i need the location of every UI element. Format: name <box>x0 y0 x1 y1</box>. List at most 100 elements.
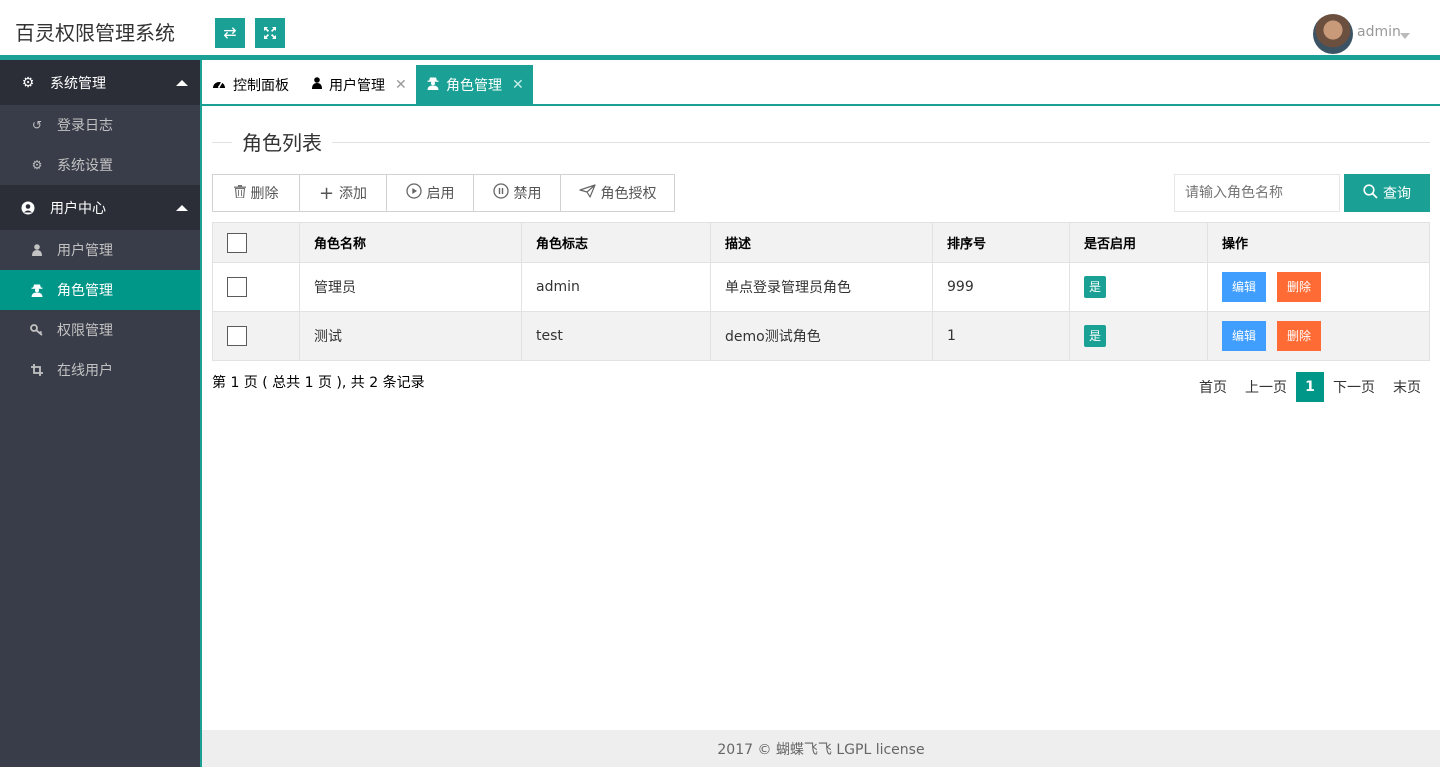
button-label: 删除 <box>250 186 279 202</box>
column-header[interactable]: 描述 <box>710 222 933 263</box>
select-all-checkbox[interactable] <box>227 232 247 253</box>
role-desc-cell: 单点登录管理员角色 <box>710 262 933 312</box>
user-menu-name[interactable]: admin <box>1357 24 1401 40</box>
toolbar: 删除 + 添加 启用 禁用 角色授权 <box>212 174 675 212</box>
edit-button[interactable]: 编辑 <box>1222 321 1266 351</box>
key-icon <box>30 323 44 337</box>
enable-button[interactable]: 启用 <box>387 175 474 211</box>
toggle-sidebar-button[interactable]: ⇄ <box>215 18 245 48</box>
sidebar-item-system-settings[interactable]: ⚙ 系统设置 <box>0 145 200 185</box>
edit-button[interactable]: 编辑 <box>1222 272 1266 302</box>
role-name-cell: 测试 <box>299 311 522 361</box>
delete-row-button[interactable]: 删除 <box>1277 272 1321 302</box>
chevron-down-icon[interactable] <box>1400 33 1410 39</box>
status-badge: 是 <box>1084 276 1107 298</box>
close-icon[interactable]: ✕ <box>395 77 407 93</box>
button-label: 查询 <box>1383 186 1411 202</box>
table-header-row: 角色名称 角色标志 描述 排序号 是否启用 操作 <box>212 222 1430 263</box>
sidebar-item-label: 用户管理 <box>57 243 113 259</box>
divider <box>332 142 1430 143</box>
sidebar-item-label: 角色管理 <box>57 283 113 299</box>
row-actions-cell: 编辑 删除 <box>1207 262 1430 312</box>
pagination-info: 第 1 页 ( 总共 1 页 ), 共 2 条记录 <box>212 375 425 391</box>
sidebar-group-user-center[interactable]: 用户中心 <box>0 185 200 230</box>
sidebar-item-online-users[interactable]: 在线用户 <box>0 350 200 390</box>
sidebar-item-login-log[interactable]: ↺ 登录日志 <box>0 105 200 145</box>
column-header[interactable]: 是否启用 <box>1069 222 1208 263</box>
page-title: 角色列表 <box>242 127 332 156</box>
tab-user-management[interactable]: 用户管理 ✕ <box>312 65 407 104</box>
gears-icon: ⚙ <box>21 74 35 91</box>
sidebar-item-permission-management[interactable]: 权限管理 <box>0 310 200 350</box>
authorize-role-button[interactable]: 角色授权 <box>561 175 674 211</box>
button-label: 角色授权 <box>600 186 657 202</box>
column-header: 操作 <box>1207 222 1430 263</box>
last-page-link[interactable]: 末页 <box>1384 372 1430 402</box>
user-secret-icon <box>30 283 44 297</box>
disable-button[interactable]: 禁用 <box>474 175 561 211</box>
table-row: 测试 test demo测试角色 1 是 编辑 删除 <box>212 311 1430 361</box>
delete-button[interactable]: 删除 <box>213 175 300 211</box>
delete-row-button[interactable]: 删除 <box>1277 321 1321 351</box>
user-circle-icon <box>20 200 36 216</box>
pagination: 首页 上一页 1 下一页 末页 <box>1190 372 1430 402</box>
tab-label: 用户管理 <box>329 77 385 94</box>
sidebar-item-label: 权限管理 <box>57 323 113 339</box>
role-table: 角色名称 角色标志 描述 排序号 是否启用 操作 管理员 admin 单点登录管… <box>212 222 1430 361</box>
user-avatar[interactable] <box>1313 14 1353 54</box>
tab-label: 角色管理 <box>446 77 502 94</box>
row-actions-cell: 编辑 删除 <box>1207 311 1430 361</box>
row-checkbox[interactable] <box>227 326 247 346</box>
play-circle-icon <box>405 183 422 203</box>
tab-label: 控制面板 <box>233 77 289 94</box>
role-enabled-cell: 是 <box>1069 311 1208 361</box>
close-icon[interactable]: ✕ <box>512 77 524 93</box>
row-select-cell <box>212 311 300 361</box>
current-page[interactable]: 1 <box>1296 372 1324 402</box>
tab-dashboard[interactable]: 控制面板 <box>212 65 289 104</box>
select-all-cell <box>212 222 300 263</box>
search-button[interactable]: 查询 <box>1344 174 1430 212</box>
role-order-cell: 1 <box>932 311 1070 361</box>
expand-icon <box>264 27 276 39</box>
sidebar-group-label: 系统管理 <box>50 75 106 92</box>
footer-text: 2017 © 蝴蝶飞飞 LGPL license <box>717 741 925 758</box>
top-header: 百灵权限管理系统 ⇄ admin <box>0 0 1440 60</box>
sidebar-item-role-management[interactable]: 角色管理 <box>0 270 200 310</box>
sidebar: ⚙ 系统管理 ↺ 登录日志 ⚙ 系统设置 用户中心 用户管理 角色管理 权限管理 <box>0 60 200 767</box>
role-flag-cell: admin <box>521 262 711 312</box>
app-logo: 百灵权限管理系统 <box>15 21 175 45</box>
button-label: 启用 <box>426 186 455 202</box>
next-page-link[interactable]: 下一页 <box>1324 372 1384 402</box>
paper-plane-icon <box>578 184 596 202</box>
status-badge: 是 <box>1084 325 1107 347</box>
column-header[interactable]: 角色名称 <box>299 222 522 263</box>
sidebar-group-system[interactable]: ⚙ 系统管理 <box>0 60 200 105</box>
role-name-cell: 管理员 <box>299 262 522 312</box>
section-title: 角色列表 <box>212 127 1430 156</box>
role-enabled-cell: 是 <box>1069 262 1208 312</box>
column-header[interactable]: 角色标志 <box>521 222 711 263</box>
trash-icon <box>233 184 246 202</box>
sidebar-item-label: 系统设置 <box>57 158 113 174</box>
switch-icon: ⇄ <box>223 23 237 42</box>
table-row: 管理员 admin 单点登录管理员角色 999 是 编辑 删除 <box>212 262 1430 312</box>
footer: 2017 © 蝴蝶飞飞 LGPL license <box>202 730 1440 767</box>
tab-role-management[interactable]: 角色管理 ✕ <box>416 65 533 104</box>
sidebar-group-label: 用户中心 <box>50 200 106 217</box>
sidebar-item-user-management[interactable]: 用户管理 <box>0 230 200 270</box>
add-button[interactable]: + 添加 <box>300 175 387 211</box>
role-name-search-input[interactable] <box>1174 174 1340 212</box>
column-header[interactable]: 排序号 <box>932 222 1070 263</box>
prev-page-link[interactable]: 上一页 <box>1236 372 1296 402</box>
divider <box>212 142 232 143</box>
role-flag-cell: test <box>521 311 711 361</box>
pause-circle-icon <box>492 183 509 203</box>
user-icon <box>30 243 44 257</box>
history-icon: ↺ <box>31 118 43 132</box>
row-select-cell <box>212 262 300 312</box>
fullscreen-button[interactable] <box>255 18 285 48</box>
row-checkbox[interactable] <box>227 277 247 297</box>
first-page-link[interactable]: 首页 <box>1190 372 1236 402</box>
main-content: 控制面板 用户管理 ✕ 角色管理 ✕ 角色列表 删除 + 添加 启用 禁用 角色… <box>200 60 1440 767</box>
